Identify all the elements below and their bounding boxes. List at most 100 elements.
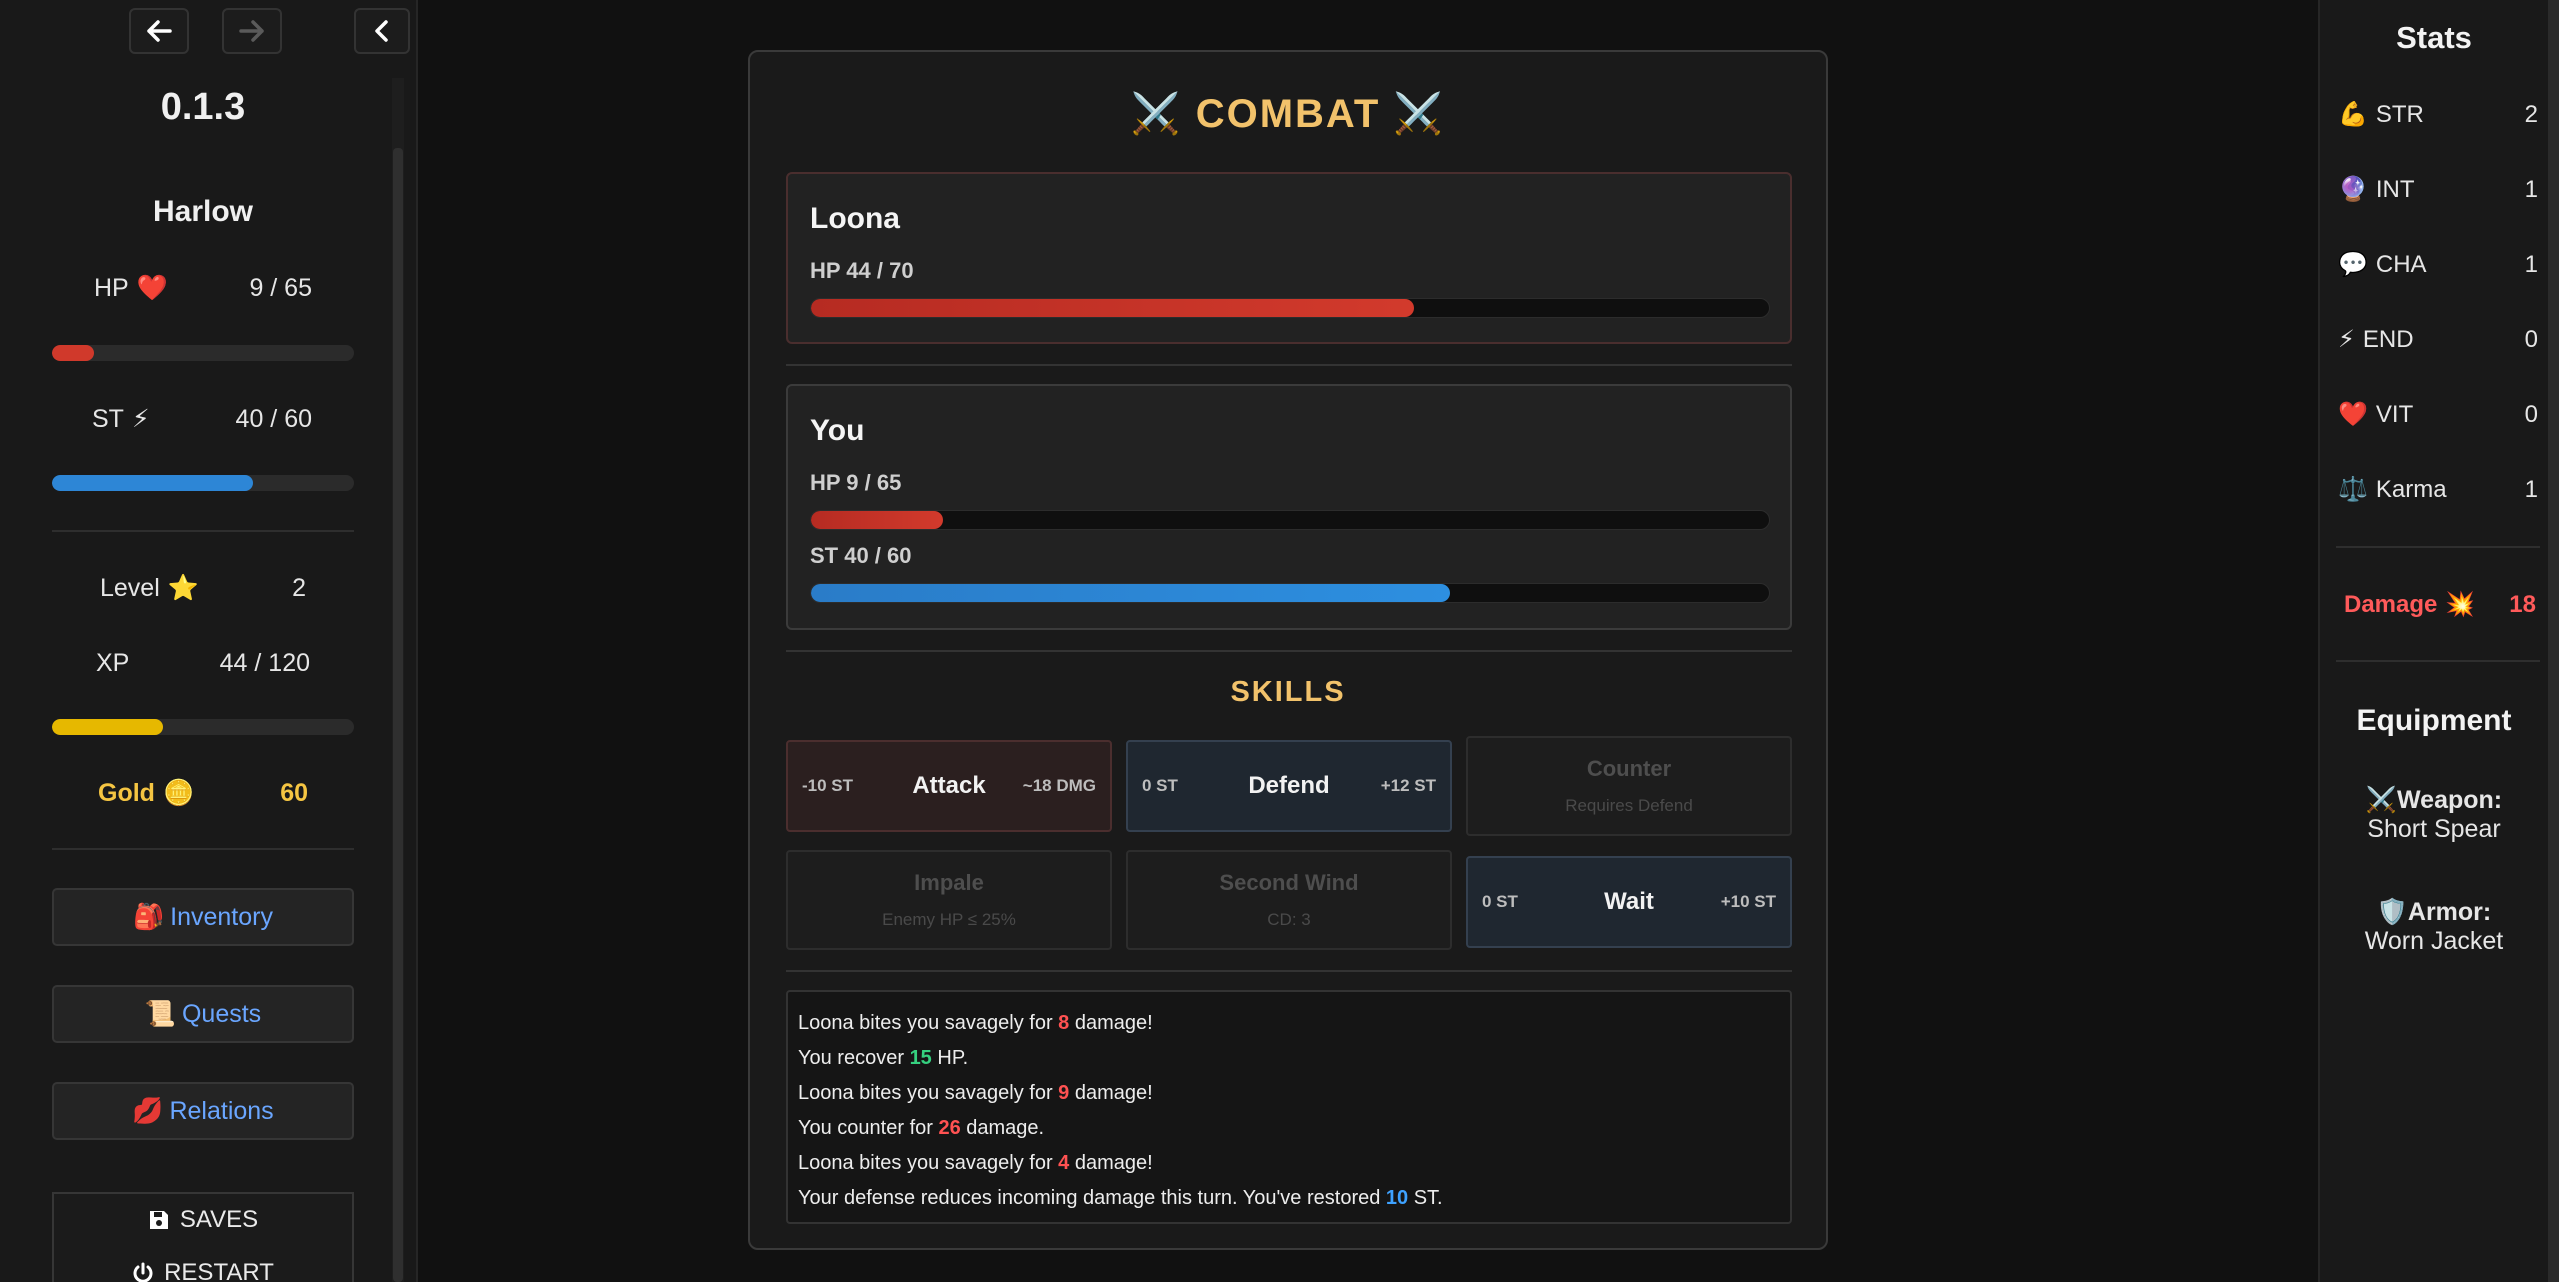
combat-log: Loona bites you savagely for 8 damage! Yo… <box>786 990 1792 1224</box>
stat-row-vit: ❤️ VIT 0 <box>2338 400 2538 429</box>
combat-panel: ⚔️ COMBAT ⚔️ Loona HP 44 / 70 You HP 9 /… <box>748 50 1828 1250</box>
player-card: You HP 9 / 65 ST 40 / 60 <box>786 384 1792 630</box>
version-label: 0.1.3 <box>160 86 246 128</box>
log-number: 10 <box>1385 1187 1409 1209</box>
stat-row-cha: 💬 CHA 1 <box>2338 250 2538 279</box>
stat-label: STR <box>2375 100 2424 128</box>
stat-label: CHA <box>2375 250 2427 278</box>
skills-title: SKILLS <box>1230 676 1346 708</box>
log-number: 8 <box>1058 1012 1070 1034</box>
left-sidebar: 0.1.3 Harlow HP ❤️ 9 / 65 ST ⚡ 40 / 60 Lev… <box>0 0 418 1282</box>
combat-log-line: Loona bites you savagely for 9 damage! <box>798 1076 1780 1111</box>
hp-value: 9 / 65 <box>249 274 312 302</box>
relations-button[interactable]: 💋 Relations <box>52 1082 354 1140</box>
stat-value: 2 <box>2524 100 2538 128</box>
weapon-value: Short Spear <box>2367 815 2501 843</box>
log-text: HP. <box>931 1047 969 1069</box>
gold-row: Gold 🪙 60 <box>52 779 354 808</box>
player-hp-label: HP 9 / 65 <box>810 470 902 495</box>
combat-title: ⚔️ COMBAT ⚔️ <box>1130 92 1446 136</box>
log-number: 9 <box>1058 1082 1070 1104</box>
defend-skill-button[interactable]: 0 ST Defend +12 ST <box>1126 740 1452 832</box>
stat-label: END <box>2362 325 2414 353</box>
stat-value: 0 <box>2524 325 2538 353</box>
divider <box>52 530 354 532</box>
gold-label: Gold <box>98 779 155 807</box>
wait-skill-button[interactable]: 0 ST Wait +10 ST <box>1466 856 1792 948</box>
restart-button[interactable]: RESTART <box>52 1246 354 1282</box>
attack-effect: ~18 DMG <box>1022 776 1096 795</box>
enemy-hp-fill <box>811 299 1414 317</box>
second-wind-skill-button[interactable]: Second Wind CD: 3 <box>1126 850 1452 950</box>
damage-label: Damage <box>2344 590 2438 618</box>
back-button[interactable] <box>129 8 189 54</box>
hp-bar-fill <box>52 345 94 361</box>
xp-label: XP <box>96 649 130 677</box>
xp-bar <box>52 719 354 735</box>
weapon-label: ⚔️Weapon: <box>2365 786 2503 814</box>
relations-label: Relations <box>169 1096 274 1125</box>
divider <box>52 848 354 850</box>
armor-value: Worn Jacket <box>2364 927 2504 955</box>
wait-effect: +10 ST <box>1720 892 1776 911</box>
damage-value: 18 <box>2509 590 2536 618</box>
forward-button[interactable] <box>222 8 282 54</box>
combat-log-line: Your defense reduces incoming damage thi… <box>798 1181 1780 1216</box>
stat-row-str: 💪 STR 2 <box>2338 100 2538 129</box>
scales-icon: ⚖️ <box>2338 476 2368 503</box>
combat-log-line: You counter for 26 damage. <box>798 1111 1780 1146</box>
xp-value: 44 / 120 <box>219 649 310 677</box>
inventory-button[interactable]: 🎒 Inventory <box>52 888 354 946</box>
collapse-sidebar-button[interactable] <box>354 8 410 54</box>
stat-row-end: ⚡ END 0 <box>2338 325 2538 354</box>
damage-row: Damage 💥 18 <box>2344 590 2536 619</box>
player-name: Harlow <box>152 195 254 228</box>
player-hp-bar <box>810 510 1770 530</box>
stat-value: 1 <box>2524 475 2538 503</box>
weapon-slot: ⚔️Weapon: Short Spear <box>2320 786 2548 844</box>
st-row: ST ⚡ 40 / 60 <box>52 404 354 434</box>
scroll-icon: 📜 <box>144 999 176 1028</box>
log-number: 4 <box>1058 1152 1070 1174</box>
stat-row-karma: ⚖️ Karma 1 <box>2338 475 2538 504</box>
chevron-left-icon <box>375 20 388 42</box>
divider <box>2336 660 2540 662</box>
defend-effect: +12 ST <box>1380 776 1436 795</box>
saves-button[interactable]: SAVES <box>52 1192 354 1248</box>
counter-skill-button[interactable]: Counter Requires Defend <box>1466 736 1792 836</box>
speech-bubble-icon: 💬 <box>2338 251 2368 278</box>
log-text: Loona bites you savagely for <box>798 1082 1059 1104</box>
lightning-icon: ⚡ <box>2338 326 2355 353</box>
level-value: 2 <box>292 574 306 602</box>
stat-label: Karma <box>2375 475 2447 503</box>
heart-icon: ❤️ <box>2338 401 2368 428</box>
enemy-hp-bar <box>810 298 1770 318</box>
page-scrollbar[interactable] <box>2548 0 2559 1282</box>
saves-label: SAVES <box>179 1206 259 1233</box>
player-st-bar <box>810 583 1770 603</box>
muscle-icon: 💪 <box>2338 101 2368 128</box>
enemy-name: Loona <box>810 202 900 235</box>
impale-skill-button[interactable]: Impale Enemy HP ≤ 25% <box>786 850 1112 950</box>
game-root: 0.1.3 Harlow HP ❤️ 9 / 65 ST ⚡ 40 / 60 Lev… <box>0 0 2559 1282</box>
log-text: damage! <box>1069 1082 1153 1104</box>
enemy-hp-label: HP 44 / 70 <box>810 258 914 283</box>
quests-button[interactable]: 📜 Quests <box>52 985 354 1043</box>
hp-row: HP ❤️ 9 / 65 <box>52 274 354 303</box>
log-number: 26 <box>938 1117 961 1139</box>
level-row: Level ⭐ 2 <box>52 574 354 603</box>
counter-requirement: Requires Defend <box>1565 796 1693 815</box>
backpack-icon: 🎒 <box>133 902 165 931</box>
inventory-label: Inventory <box>170 902 273 931</box>
equipment-title: Equipment <box>2356 704 2512 737</box>
sidebar-scrollbar-thumb[interactable] <box>393 148 403 1282</box>
player-st-label: ST 40 / 60 <box>810 543 912 568</box>
player-st-fill <box>811 584 1450 602</box>
power-icon <box>133 1262 153 1282</box>
stat-row-int: 🔮 INT 1 <box>2338 175 2538 204</box>
attack-skill-button[interactable]: -10 ST Attack ~18 DMG <box>786 740 1112 832</box>
restart-label: RESTART <box>164 1259 274 1282</box>
impale-name: Impale <box>914 870 984 895</box>
hp-label: HP <box>94 274 129 302</box>
xp-bar-fill <box>52 719 163 735</box>
